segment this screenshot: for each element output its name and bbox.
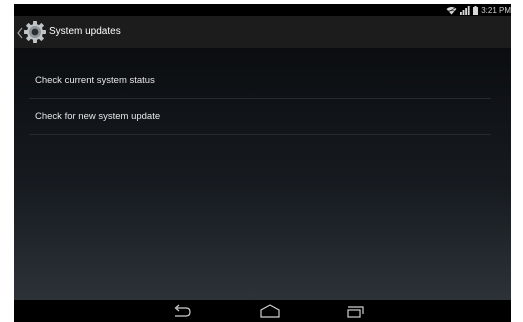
navigation-bar: [14, 300, 511, 322]
status-icons: 3:21 PM: [446, 4, 511, 16]
preference-label: Check for new system update: [35, 111, 161, 122]
preference-list: Check current system status Check for ne…: [29, 63, 491, 135]
signal-icon: [460, 5, 470, 15]
battery-icon: [473, 5, 479, 15]
check-new-update-item[interactable]: Check for new system update: [29, 99, 491, 135]
check-current-status-item[interactable]: Check current system status: [29, 63, 491, 99]
device-screen: 3:21 PM System updates Check current sys…: [14, 4, 511, 322]
wifi-icon: [446, 6, 457, 15]
status-time: 3:21 PM: [481, 5, 511, 15]
back-icon[interactable]: [170, 303, 194, 319]
home-icon[interactable]: [258, 303, 282, 319]
action-bar[interactable]: System updates: [14, 16, 511, 48]
preference-label: Check current system status: [35, 75, 155, 86]
settings-gear-icon[interactable]: [23, 20, 47, 44]
preferences-panel: Check current system status Check for ne…: [14, 48, 511, 300]
recent-apps-icon[interactable]: [344, 303, 368, 319]
page-title: System updates: [49, 26, 121, 37]
status-bar: 3:21 PM: [14, 4, 511, 16]
